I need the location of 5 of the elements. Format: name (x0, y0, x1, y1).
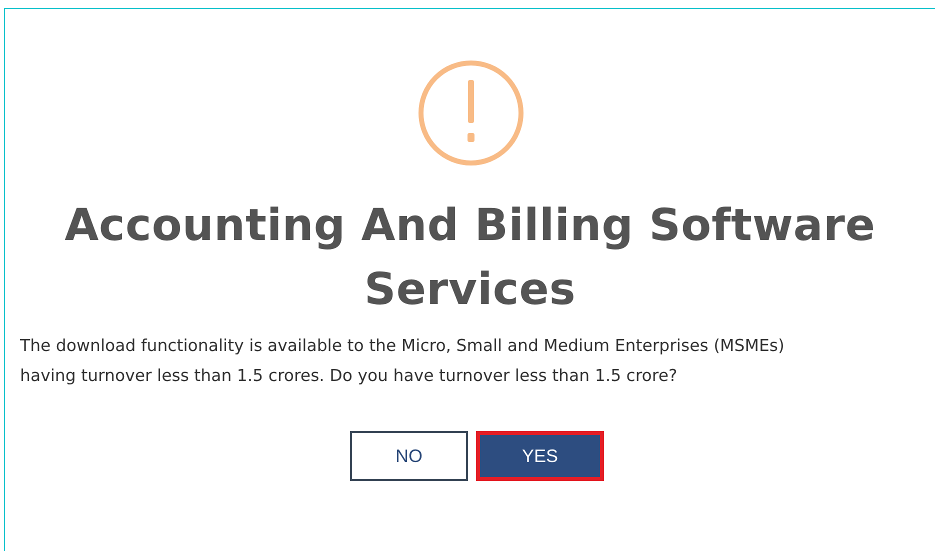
no-button[interactable]: NO (350, 431, 468, 481)
dialog-message: The download functionality is available to the Micro, Small and Medium Enterprises (MSMEs) having turnover less than 1.5 crores. Do you have turnover less than 1.5 crore? (20, 335, 786, 387)
dialog-title: Accounting And Billing Software Services (64, 199, 876, 317)
yes-button[interactable]: YES (476, 431, 604, 481)
warning-icon (417, 59, 525, 167)
